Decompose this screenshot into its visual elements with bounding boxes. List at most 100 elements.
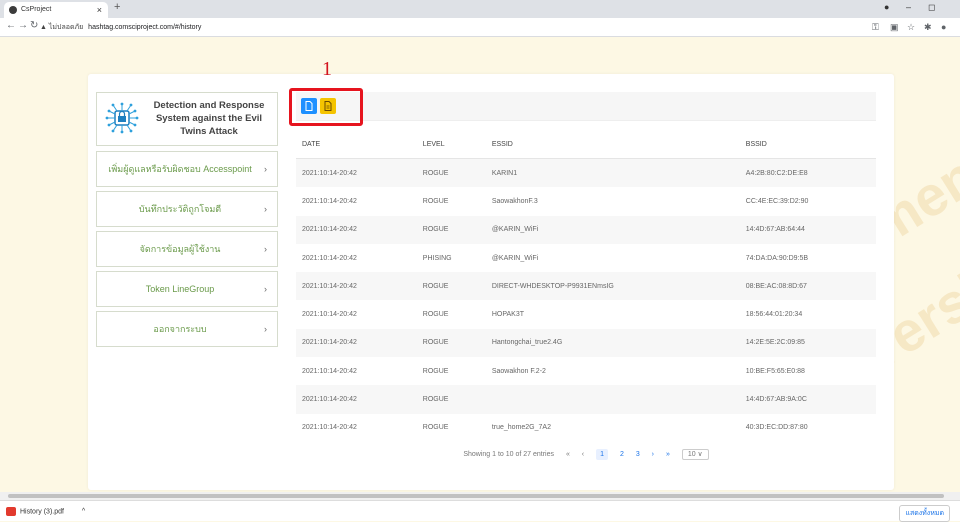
page-size-select[interactable]: 10 ∨ (681, 449, 709, 460)
brand-title: Detection and Response System against th… (145, 99, 273, 138)
table-toolbar (296, 92, 876, 121)
minimize-icon[interactable]: – (906, 2, 911, 12)
tab-close-icon[interactable]: × (97, 2, 102, 18)
cell-bssid: 08:BE:AC:08:8D:67 (739, 272, 876, 301)
page-button-2[interactable]: 2 (620, 451, 624, 458)
cell-level: PHISING (422, 254, 452, 262)
prev-page-button[interactable]: ‹ (582, 451, 584, 458)
cell-date: 2021:10:14-20:42 (302, 254, 357, 262)
scrollbar-thumb[interactable] (8, 494, 944, 498)
sidebar-item-label: บันทึกประวัติถูกโจมตี (138, 204, 222, 214)
cell-essid: KARIN1 (485, 158, 740, 188)
address-bar: ← → ↻ ▲ ไม่ปลอดภัย hashtag.comsciproject… (0, 18, 960, 37)
horizontal-scrollbar[interactable] (0, 492, 960, 500)
chevron-right-icon: › (264, 324, 267, 334)
sidebar-item-attack-history[interactable]: บันทึกประวัติถูกโจมตี › (96, 191, 278, 227)
sidebar-item-token-linegroup[interactable]: Token LineGroup › (96, 271, 278, 307)
cell-date: 2021:10:14-20:42 (296, 215, 417, 244)
reload-icon[interactable]: ↻ (30, 21, 38, 31)
favicon-icon (9, 6, 17, 14)
star-icon[interactable]: ☆ (907, 22, 915, 33)
brand-header: Detection and Response System against th… (96, 92, 278, 146)
avatar[interactable]: ● (941, 22, 946, 32)
browser-tabbar: CsProject × + ● – ◻ (0, 0, 960, 18)
column-header-level[interactable]: LEVEL (416, 130, 486, 159)
browser-tab[interactable]: CsProject × (4, 2, 108, 18)
cell-date: 2021:10:14-20:42 (296, 272, 417, 301)
chevron-right-icon: › (264, 164, 267, 174)
chevron-right-icon: › (264, 204, 267, 214)
new-tab-button[interactable]: + (114, 1, 120, 13)
table-row: 2021:10:14-20:42 PHISING @KARIN_WiFi 74:DA:… (296, 244, 876, 272)
extensions-icon[interactable]: ✱ (924, 22, 932, 33)
brand-title-line: Detection and Response (153, 100, 265, 111)
cell-level: ROGUE (422, 311, 449, 319)
chevron-right-icon: › (264, 284, 267, 294)
chevron-right-icon: › (264, 244, 267, 254)
url-field[interactable]: ▲ ไม่ปลอดภัย hashtag.comsciproject.com/#… (40, 22, 201, 33)
cast-icon[interactable]: ▣ (890, 22, 899, 33)
cell-essid: DIRECT-WHDESKTOP-P9931ENmsIG (485, 272, 740, 301)
sidebar-item-add-admin[interactable]: เพิ่มผู้ดูแลหรือรับผิดชอบ Accesspoint › (96, 151, 278, 187)
download-item[interactable]: History (3).pdf ^ (6, 507, 85, 516)
page-button-3[interactable]: 3 (636, 451, 640, 458)
sidebar-item-logout[interactable]: ออกจากระบบ › (96, 311, 278, 347)
maximize-icon[interactable]: ◻ (928, 2, 935, 13)
cell-bssid: 18:56:44:01:20:34 (745, 311, 803, 319)
page-button-1[interactable]: 1 (596, 449, 608, 460)
cell-date: 2021:10:14-20:42 (296, 328, 417, 358)
cell-bssid: 14:4D:67:AB:64:44 (739, 215, 876, 244)
table-row: 2021:10:14-20:42 ROGUE HOPAK3T 18:56:44:01:… (296, 300, 876, 328)
cell-date: 2021:10:14-20:42 (296, 385, 417, 414)
table-row: 2021:10:14-20:42 ROGUE Saowakhon F.2-2 10:B… (296, 357, 876, 385)
forward-icon[interactable]: → (18, 21, 28, 31)
cell-bssid: A4:2B:80:C2:DE:E8 (739, 158, 876, 188)
back-icon[interactable]: ← (6, 21, 16, 31)
cell-bssid: 14:4D:67:AB:9A:0C (739, 385, 876, 414)
cell-essid: HOPAK3T (491, 311, 524, 319)
tab-title: CsProject (21, 6, 52, 13)
sidebar-item-label: จัดการข้อมูลผู้ใช้งาน (139, 244, 221, 254)
last-page-button[interactable]: » (666, 451, 670, 458)
cell-bssid: 40:3D:EC:DD:87:80 (745, 424, 808, 432)
download-bar: History (3).pdf ^ แสดงทั้งหมด (0, 500, 960, 522)
first-page-button[interactable]: « (566, 451, 570, 458)
cell-essid: @KARIN_WiFi (491, 254, 539, 262)
table-header-row: DATE LEVEL ESSID BSSID (296, 130, 876, 159)
pagination-info: Showing 1 to 10 of 27 entries (463, 451, 554, 458)
brand-title-line: System against the Evil (155, 113, 263, 124)
cell-essid: Hantongchai_true2.4G (485, 328, 740, 358)
cell-date: 2021:10:14-20:42 (302, 197, 357, 205)
cell-date: 2021:10:14-20:42 (296, 158, 417, 188)
download-file-name: History (3).pdf (20, 508, 64, 516)
column-header-date[interactable]: DATE (296, 130, 417, 159)
table-row: 2021:10:14-20:42 ROGUE true_home2G_7A2 40:3… (296, 414, 876, 442)
cell-essid: @KARIN_WiFi (485, 215, 740, 244)
cell-date: 2021:10:14-20:42 (302, 311, 357, 319)
sidebar-item-manage-users[interactable]: จัดการข้อมูลผู้ใช้งาน › (96, 231, 278, 267)
cell-level: ROGUE (422, 197, 449, 205)
next-page-button[interactable]: › (652, 451, 654, 458)
show-all-downloads-button[interactable]: แสดงทั้งหมด (899, 505, 950, 522)
cell-essid (485, 385, 740, 414)
cell-level: ROGUE (416, 272, 486, 301)
sidebar-item-label: Token LineGroup (145, 284, 215, 294)
brand-title-line: Twins Attack (180, 126, 238, 137)
cell-level: ROGUE (422, 424, 449, 432)
pdf-icon (6, 507, 16, 516)
cell-essid: true_home2G_7A2 (491, 424, 551, 432)
url-host: hashtag.comsciproject.com/#/history (88, 24, 202, 31)
profile-icon[interactable]: ● (884, 2, 889, 12)
chevron-up-icon[interactable]: ^ (82, 508, 85, 515)
key-icon[interactable]: ⚿ (872, 22, 879, 33)
table-row: 2021:10:14-20:42 ROGUE Hantongchai_true2.4… (296, 328, 876, 358)
url-warning: ▲ ไม่ปลอดภัย (40, 24, 84, 31)
history-table: DATE LEVEL ESSID BSSID 2021:10:14-20:42 R… (296, 130, 876, 442)
cell-date: 2021:10:14-20:42 (302, 367, 357, 375)
cell-essid: Saowakhon F.2-2 (491, 367, 546, 375)
column-header-essid[interactable]: ESSID (485, 130, 740, 159)
cell-bssid: CC:4E:EC:39:D2:90 (745, 197, 809, 205)
column-header-bssid[interactable]: BSSID (739, 130, 876, 159)
sidebar-item-label: เพิ่มผู้ดูแลหรือรับผิดชอบ Accesspoint (108, 164, 252, 174)
cell-bssid: 74:DA:DA:90:D9:5B (745, 254, 809, 262)
